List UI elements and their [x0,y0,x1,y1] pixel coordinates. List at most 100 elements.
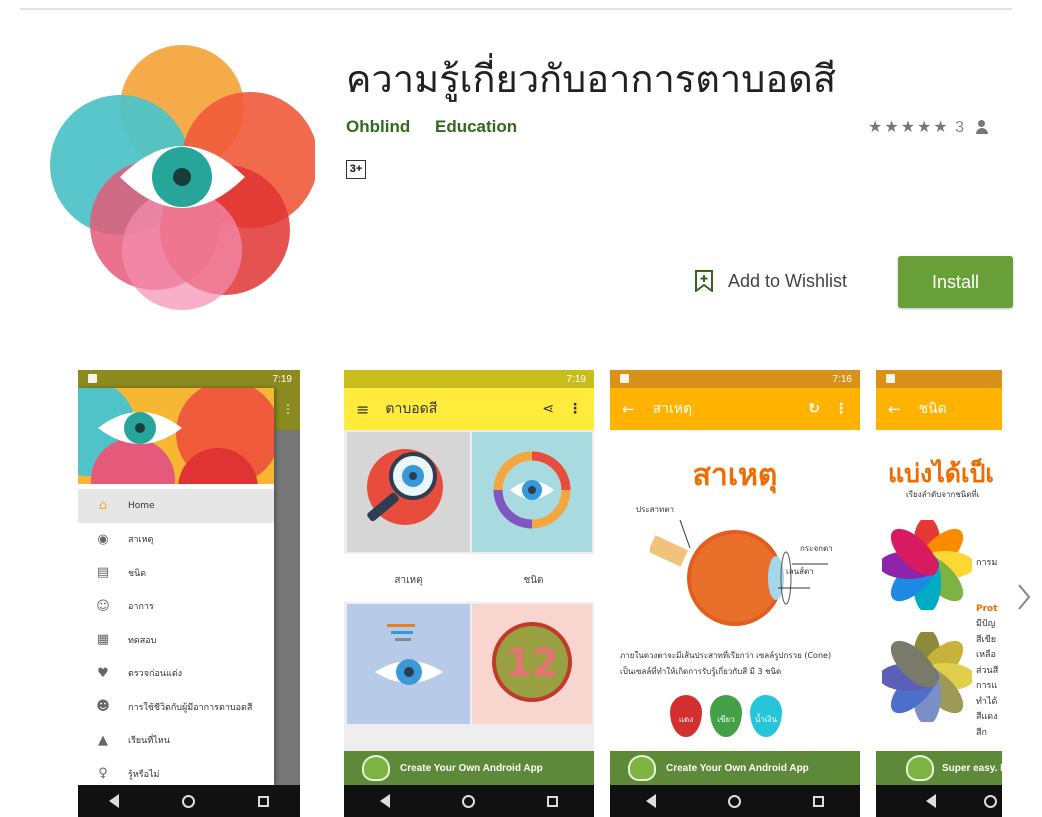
recents-icon [257,795,269,807]
ad-banner[interactable]: Create Your Own Android App [344,751,594,785]
drawer-item-type[interactable]: ▤ ชนิด [78,556,274,590]
android-nav-bar [876,785,1002,817]
content-heading: สาเหตุ [692,458,778,493]
notification-icon [620,374,629,383]
category-link[interactable]: Education [435,117,517,137]
drawer-item-symptom[interactable]: ☺ อาการ [78,590,274,624]
label-lens: เลนส์ตา [786,567,814,576]
status-time: 7:19 [272,373,292,385]
install-button[interactable]: Install [898,256,1013,308]
developer-link[interactable]: Ohblind [346,117,410,137]
tile-cause-image[interactable] [347,432,470,552]
drawer-item-home[interactable]: ⌂ Home [78,489,274,523]
drawer-item-label: การใช้ชีวิตกับผู้มีอาการตาบอดสี [128,702,253,713]
type-text-line: เหลือ [976,650,996,660]
eye-icon: ◉ [97,531,109,547]
drawer-item-label: รู้หรือไม่ [128,769,160,780]
drawer-item-label: Home [128,500,155,511]
bookmark-add-icon [695,270,713,292]
drawer-item-label: สาเหตุ [128,535,154,546]
type-text-line: ทำได้ [976,697,998,707]
tile-type-label[interactable]: ชนิด [472,573,594,588]
overflow-menu-icon[interactable]: ⋮ [834,401,848,417]
color-flower-full [882,520,972,610]
menu-icon[interactable]: ≡ [356,400,369,419]
app-bar: ≡ ตาบอดสี ⋖ ⋮ [344,388,594,430]
drawer-item-label: ตรวจก่อนแต่ง [128,669,183,680]
home-circle-icon [728,794,741,808]
type-text-line: มีปัญ [976,619,996,629]
type-text-line: Prot [976,604,998,614]
person-icon [975,120,989,134]
drawer-header-image [78,380,280,528]
screenshot-1[interactable]: 7:19 ⋮ ⌂ Home ◉ สาเหตุ ▤ ชนิด ☺ อาการ ▦ … [78,370,300,817]
drawer-item-cause[interactable]: ◉ สาเหตุ [78,523,274,557]
appbar-title: ตาบอดสี [385,401,438,417]
label-cornea: กระจกตา [800,544,833,553]
face-icon: ☺ [96,598,110,614]
chevron-right-icon[interactable] [1016,582,1032,612]
back-icon [380,794,390,808]
appbar-title: ชนิด [918,401,947,417]
type-text-line: สีเขีย [976,635,996,645]
smile-icon: ☻ [96,699,110,715]
app-title: ความรู้เกี่ยวกับอาการตาบอดสี [346,57,837,101]
back-icon [646,794,656,808]
tile-symptom-image[interactable] [347,604,470,724]
heart-icon: ♥ [97,665,109,681]
recents-icon [813,795,824,807]
rating-count: 3 [955,119,966,136]
screenshot-3[interactable]: 7:16 ← สาเหตุ ↻ ⋮ สาเหตุ ประสาทตา กระจกต… [610,370,860,817]
graduation-icon: ▲ [98,732,108,748]
type-text-line: การแ [976,681,998,691]
tile-test-image[interactable]: 12 [472,604,592,724]
drawer-item-label: เรียนที่ไหน [128,736,170,747]
test-icon: ▦ [96,632,110,648]
type-text-top: การม [976,558,998,568]
wishlist-label: Add to Wishlist [728,270,848,291]
status-time: 7:16 [832,373,852,385]
drawer-item-label: ทดสอบ [128,635,157,646]
drawer-item-study[interactable]: ▲ เรียนที่ไหน [78,724,274,758]
ad-banner[interactable]: Super easy. N [876,751,1002,785]
overflow-menu-icon[interactable]: ⋮ [568,401,582,417]
add-to-wishlist-button[interactable]: Add to Wishlist [694,270,847,292]
tile-type-image[interactable] [472,432,592,552]
back-icon [926,794,936,808]
screenshot-4[interactable]: ← ชนิด แบ่งได้เป็เ เรียงลำดับจากชนิดที่เ… [876,370,1002,817]
content-rating-badge: 3+ [346,160,366,179]
status-bar: 7:16 [610,370,860,388]
top-divider [20,8,1012,10]
drawer-item-test[interactable]: ▦ ทดสอบ [78,623,274,657]
banner-text: Super easy. N [942,762,1002,774]
status-time: 7:19 [566,373,586,385]
android-logo-icon [628,755,656,781]
drawer-item-premarital[interactable]: ♥ ตรวจก่อนแต่ง [78,657,274,691]
app-bar: ← ชนิด [876,388,1002,430]
banner-text: Create Your Own Android App [666,762,809,774]
tile-cause-label[interactable]: สาเหตุ [347,573,470,588]
status-bar: 7:19 [344,370,594,388]
android-logo-icon [906,755,934,781]
android-nav-bar [78,785,300,817]
share-icon[interactable]: ⋖ [542,401,554,417]
android-logo-icon [362,755,390,781]
drawer-item-label: ชนิด [128,568,147,579]
background-content: ⋮ [274,388,300,785]
home-icon: ⌂ [98,498,108,514]
back-arrow-icon[interactable]: ← [888,400,901,418]
status-bar [876,370,1002,388]
ad-banner[interactable]: Create Your Own Android App [610,751,860,785]
rating-stars: ★★★★★ [868,119,950,136]
recents-icon [547,795,558,807]
status-bar: 7:19 [78,370,300,388]
drawer-item-living[interactable]: ☻ การใช้ชีวิตกับผู้มีอาการตาบอดสี [78,690,274,724]
body-text-2: เป็นเซลล์ที่ทำให้เกิดการรับรู้เกี่ยวกับส… [620,667,782,676]
back-arrow-icon[interactable]: ← [622,400,635,418]
banner-text: Create Your Own Android App [400,762,543,774]
screenshot-2[interactable]: 7:19 ≡ ตาบอดสี ⋖ ⋮ สาเหตุ ชนิด 12 Create… [344,370,594,817]
android-nav-bar [344,785,594,817]
document-icon: ▤ [96,565,110,581]
back-icon [109,794,120,808]
refresh-icon[interactable]: ↻ [808,401,820,417]
